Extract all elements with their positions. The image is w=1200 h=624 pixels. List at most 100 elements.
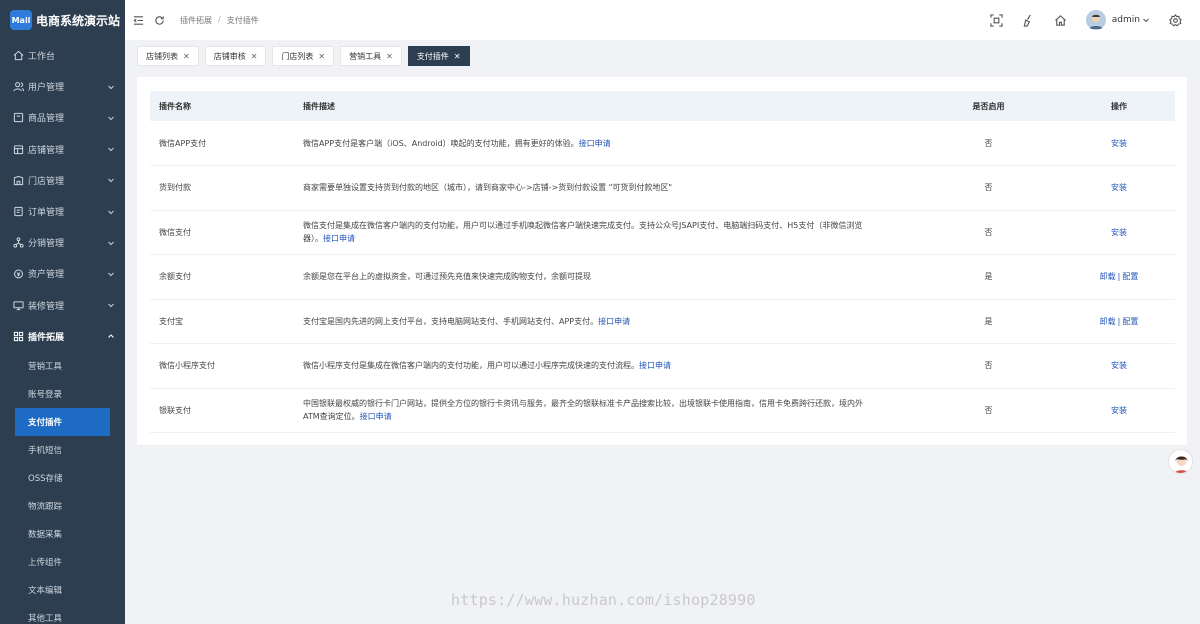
table-row: 货到付款 商家需要单独设置支持货到付款的地区（城市），请到商家中心->店铺->货到… <box>150 166 1175 210</box>
apply-link[interactable]: 接口申请 <box>323 234 355 243</box>
settings-gear-icon[interactable] <box>1168 13 1182 27</box>
col-header-ops: 操作 <box>1111 101 1127 111</box>
sidebar-item-label: 门店管理 <box>28 176 65 187</box>
install-link[interactable]: 安装 <box>1111 406 1127 415</box>
close-icon[interactable]: ✕ <box>386 52 393 61</box>
avatar[interactable] <box>1085 10 1106 30</box>
enabled-status: 是 <box>984 272 993 282</box>
apply-link[interactable]: 接口申请 <box>639 361 671 370</box>
sidebar-item[interactable]: 店铺管理 <box>0 134 125 165</box>
table-row: 支付宝 支付宝是国内先进的网上支付平台，支持电脑网站支付、手机网站支付、APP支付… <box>150 299 1175 344</box>
plugin-desc-cell: 余额是您在平台上的虚拟资金，可通过预先充值来快速完成购物支付，余额可提现 <box>294 255 914 300</box>
chevron-down-icon <box>107 239 115 247</box>
plugin-name: 微信APP支付 <box>159 138 207 148</box>
sidebar-item[interactable]: 门店管理 <box>0 165 125 196</box>
tab-label: 店铺列表 <box>146 51 178 61</box>
install-link[interactable]: 安装 <box>1111 228 1127 237</box>
apply-link[interactable]: 接口申请 <box>579 139 611 148</box>
sidebar-item[interactable]: 资产管理 <box>0 258 125 289</box>
customer-service-avatar[interactable] <box>1168 449 1193 474</box>
sidebar-subitem[interactable]: OSS存储 <box>0 464 125 492</box>
store-icon <box>12 143 24 155</box>
enabled-status: 否 <box>984 405 993 415</box>
menu-fold-icon[interactable] <box>132 14 144 26</box>
brand[interactable]: Mall 电商系统演示站 <box>0 0 125 40</box>
breadcrumb-separator: / <box>218 14 221 24</box>
sidebar-subitem[interactable]: 支付插件 <box>15 407 110 436</box>
tab-label: 门店列表 <box>281 51 314 61</box>
close-icon[interactable]: ✕ <box>454 52 461 61</box>
home-icon[interactable] <box>1054 13 1068 27</box>
uninstall-link[interactable]: 卸载 <box>1100 317 1116 326</box>
install-link[interactable]: 安装 <box>1111 183 1127 192</box>
sidebar-item[interactable]: 订单管理 <box>0 196 125 227</box>
sidebar-item[interactable]: 用户管理 <box>0 71 125 102</box>
sidebar-item[interactable]: 分销管理 <box>0 227 125 258</box>
enabled-status: 否 <box>984 227 993 237</box>
monitor-icon <box>12 299 24 311</box>
sidebar-subitem[interactable]: 账号登录 <box>0 380 125 408</box>
tab[interactable]: 店铺列表 ✕ <box>137 46 199 66</box>
user-name[interactable]: admin <box>1112 15 1140 25</box>
sidebar-subitem[interactable]: 手机短信 <box>0 436 125 464</box>
configure-link[interactable]: 配置 <box>1122 317 1138 326</box>
sidebar-item[interactable]: 装修管理 <box>0 290 125 321</box>
ops-cell: 安装 <box>1054 121 1175 166</box>
chevron-down-icon <box>107 301 115 309</box>
sidebar-item-label: 工作台 <box>28 52 56 63</box>
tab[interactable]: 营销工具 ✕ <box>340 46 402 66</box>
sidebar-subitem[interactable]: 其他工具 <box>0 604 125 624</box>
clear-cache-icon[interactable] <box>1022 13 1036 27</box>
watermark-text: https://www.huzhan.com/ishop28990 <box>451 591 756 609</box>
enabled-status: 否 <box>984 361 993 371</box>
chevron-down-icon[interactable] <box>1142 16 1150 24</box>
sidebar-item-label: 店铺管理 <box>28 145 65 156</box>
sidebar-item[interactable]: 商品管理 <box>0 102 125 133</box>
sidebar-subitem[interactable]: 文本编辑 <box>0 576 125 604</box>
sidebar-subitem[interactable]: 营销工具 <box>0 352 125 380</box>
sidebar-menu: 工作台用户管理 商品管理店铺管理门店管理订单管理 分销管理 资产管理 装修管理 插件拓展营… <box>0 40 125 624</box>
uninstall-link[interactable]: 卸载 <box>1100 272 1116 281</box>
configure-link[interactable]: 配置 <box>1122 272 1138 281</box>
plugin-name: 微信小程序支付 <box>159 361 215 371</box>
plugin-desc-cell: 微信支付是集成在微信客户端内的支付功能，用户可以通过手机唤起微信客户端快速完成支… <box>294 210 914 255</box>
ops-cell: 卸载 | 配置 <box>1054 255 1175 300</box>
tab[interactable]: 门店列表 ✕ <box>272 46 335 66</box>
top-header: 插件拓展 / 支付插件 admin <box>125 0 1200 40</box>
op-separator: | <box>1117 316 1121 326</box>
sidebar-subitem[interactable]: 物流跟踪 <box>0 492 125 520</box>
sidebar-subitem[interactable]: 上传组件 <box>0 548 125 576</box>
install-link[interactable]: 安装 <box>1111 361 1127 370</box>
header-actions: admin <box>990 0 1200 40</box>
tab[interactable]: 店铺审核 ✕ <box>204 46 267 66</box>
chevron-up-icon <box>107 332 115 340</box>
tab[interactable]: 支付插件 ✕ <box>407 46 470 66</box>
plugin-description: 支付宝是国内先进的网上支付平台，支持电脑网站支付、手机网站支付、APP支付。 <box>303 316 599 326</box>
apply-link[interactable]: 接口申请 <box>360 412 392 421</box>
plugin-name: 银联支付 <box>159 405 191 415</box>
grid-icon <box>12 330 24 342</box>
refresh-icon[interactable] <box>153 14 165 26</box>
table-row: 余额支付 余额是您在平台上的虚拟资金，可通过预先充值来快速完成购物支付，余额可提现… <box>150 255 1175 300</box>
brand-title: 电商系统演示站 <box>36 13 121 28</box>
close-icon[interactable]: ✕ <box>251 52 258 61</box>
fullscreen-icon[interactable] <box>990 13 1004 27</box>
plugin-description: 微信APP支付是客户端（iOS、Android）唤起的支付功能，拥有更好的体验。 <box>303 138 579 148</box>
sidebar-item[interactable]: 工作台 <box>0 40 125 71</box>
col-header-enabled: 是否启用 <box>972 101 1005 111</box>
sidebar-item[interactable]: 插件拓展 <box>0 321 125 352</box>
op-separator: | <box>1117 272 1121 282</box>
chevron-down-icon <box>107 145 115 153</box>
breadcrumb-item[interactable]: 插件拓展 <box>180 15 212 26</box>
close-icon[interactable]: ✕ <box>183 52 190 61</box>
sidebar-subitem[interactable]: 数据采集 <box>0 520 125 548</box>
apply-link[interactable]: 接口申请 <box>598 317 630 326</box>
table-row: 微信APP支付 微信APP支付是客户端（iOS、Android）唤起的支付功能，拥… <box>150 121 1175 166</box>
plugin-name: 微信支付 <box>159 227 191 237</box>
chevron-down-icon <box>107 114 115 122</box>
close-icon[interactable]: ✕ <box>318 52 325 61</box>
install-link[interactable]: 安装 <box>1111 139 1127 148</box>
col-header-desc: 插件描述 <box>303 101 335 111</box>
plugin-description: 微信小程序支付是集成在微信客户端内的支付功能，用户可以通过小程序完成快速的支付流… <box>303 361 639 371</box>
plugin-table: 插件名称 插件描述 是否启用 操作 微信APP支付 微信APP支付是客户端（iOS… <box>150 91 1175 433</box>
